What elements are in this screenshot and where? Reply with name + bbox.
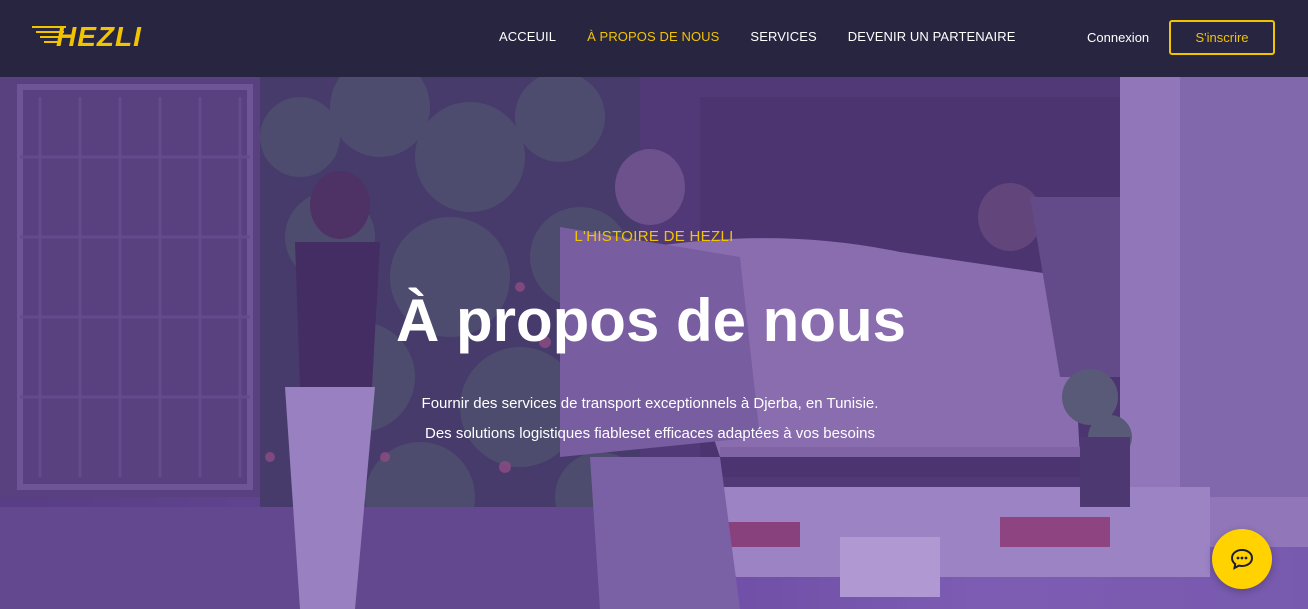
site-header: HEZLI ACCEUIL À PROPOS DE NOUS SERVICES … xyxy=(0,0,1308,77)
nav-item-services[interactable]: SERVICES xyxy=(750,29,816,45)
main-nav: ACCEUIL À PROPOS DE NOUS SERVICES DEVENI… xyxy=(499,29,1047,45)
login-link[interactable]: Connexion xyxy=(1087,30,1149,46)
nav-item-accueil[interactable]: ACCEUIL xyxy=(499,29,556,45)
hero-content: L'HISTOIRE DE HEZLI À propos de nous Fou… xyxy=(0,77,1308,609)
hero-subtitle: Fournir des services de transport except… xyxy=(0,389,1300,449)
hero-eyebrow: L'HISTOIRE DE HEZLI xyxy=(574,228,734,245)
page-title: À propos de nous xyxy=(396,287,906,354)
hezli-logo[interactable]: HEZLI xyxy=(32,22,162,52)
hero-section: L'HISTOIRE DE HEZLI À propos de nous Fou… xyxy=(0,77,1308,609)
logo-text: HEZLI xyxy=(56,21,142,52)
hero-subtitle-line-1: Fournir des services de transport except… xyxy=(421,395,879,412)
signup-button[interactable]: S'inscrire xyxy=(1169,20,1275,55)
chat-bubble-icon xyxy=(1230,548,1254,570)
hero-subtitle-line-2: Des solutions logistiques fiableset effi… xyxy=(425,425,875,442)
nav-item-devenir-partenaire[interactable]: DEVENIR UN PARTENAIRE xyxy=(848,29,1016,45)
chat-button[interactable] xyxy=(1212,529,1272,589)
nav-item-a-propos[interactable]: À PROPOS DE NOUS xyxy=(587,29,719,45)
